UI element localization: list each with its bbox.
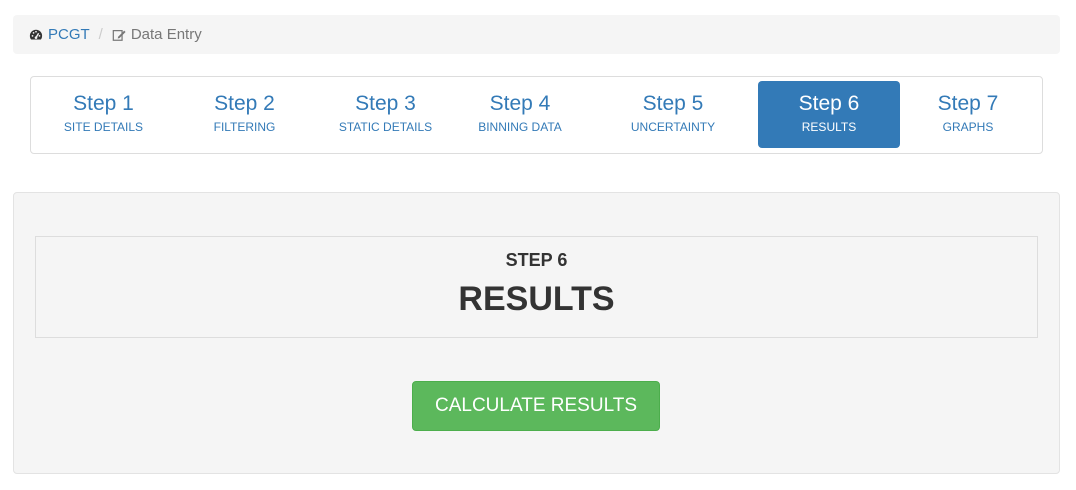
step-number: Step 4	[489, 92, 551, 115]
results-panel: STEP 6 RESULTS CALCULATE RESULTS	[13, 192, 1060, 474]
step-label-heading: STEP 6	[505, 250, 568, 270]
breadcrumb-home-link[interactable]: PCGT	[48, 26, 90, 43]
step-label: STATIC DETAILS	[338, 120, 433, 134]
step-label: GRAPHS	[942, 120, 994, 134]
wizard-step-1[interactable]: Step 1 SITE DETAILS	[33, 81, 174, 148]
step-number: Step 5	[642, 92, 704, 115]
step-number: Step 1	[73, 92, 134, 115]
page-title: RESULTS	[458, 280, 615, 318]
step-label: SITE DETAILS	[63, 120, 144, 134]
wizard-step-2[interactable]: Step 2 FILTERING	[174, 81, 315, 148]
step-label: RESULTS	[801, 120, 857, 134]
step-label: UNCERTAINTY	[630, 120, 716, 134]
wizard-steps: Step 1 SITE DETAILS Step 2 FILTERING Ste…	[30, 76, 1043, 154]
breadcrumb-current-label: Data Entry	[130, 26, 202, 43]
wizard-step-3[interactable]: Step 3 STATIC DETAILS	[315, 81, 456, 148]
dashboard-icon	[29, 29, 43, 40]
step-number: Step 3	[355, 92, 416, 115]
breadcrumb-home[interactable]: PCGT	[29, 26, 90, 43]
wizard-step-4[interactable]: Step 4 BINNING DATA	[461, 81, 579, 148]
step-label: FILTERING	[213, 120, 276, 134]
wizard-step-5[interactable]: Step 5 UNCERTAINTY	[599, 81, 747, 148]
breadcrumb-separator: /	[98, 26, 103, 43]
edit-icon	[112, 29, 126, 41]
step-header: STEP 6 RESULTS	[35, 236, 1038, 338]
wizard-step-6[interactable]: Step 6 RESULTS	[758, 81, 900, 148]
step-number: Step 7	[937, 92, 999, 115]
step-number: Step 6	[798, 92, 860, 115]
step-number: Step 2	[214, 92, 275, 115]
breadcrumb-current: Data Entry	[112, 26, 202, 43]
wizard-step-7[interactable]: Step 7 GRAPHS	[900, 81, 1036, 148]
step-label: BINNING DATA	[478, 120, 562, 134]
breadcrumb: PCGT / Data Entry	[13, 15, 1060, 54]
calculate-results-button[interactable]: CALCULATE RESULTS	[412, 381, 660, 431]
